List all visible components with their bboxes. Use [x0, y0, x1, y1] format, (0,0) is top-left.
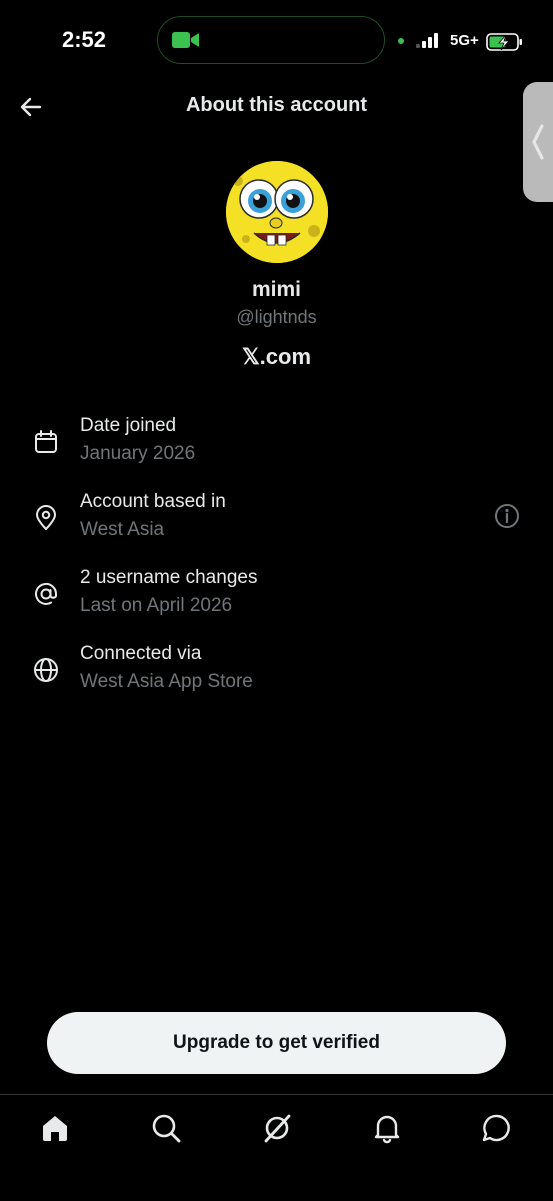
site-label: 𝕏.com [241, 344, 312, 369]
side-panel-handle[interactable] [523, 82, 553, 202]
info-label: Connected via [80, 643, 202, 664]
search-icon[interactable] [149, 1111, 183, 1145]
avatar [226, 161, 328, 263]
chevron-left-icon [532, 124, 544, 160]
network-type: 5G+ [450, 32, 479, 49]
info-item-account-based-in: Account based in West Asia [0, 491, 553, 553]
calendar-icon [35, 430, 57, 453]
battery-charging-icon [486, 33, 522, 51]
dynamic-island-pill[interactable] [157, 16, 385, 64]
video-camera-icon [172, 32, 199, 48]
info-label: 2 username changes [80, 567, 258, 588]
info-value: Last on April 2026 [80, 595, 233, 616]
info-circle-icon[interactable] [494, 503, 520, 529]
info-label: Account based in [80, 491, 226, 512]
status-bar: 2:52 5G+ [0, 0, 553, 84]
recording-indicator-dot [398, 38, 404, 44]
info-value: January 2026 [80, 443, 196, 464]
info-label: Date joined [80, 415, 177, 436]
info-value: West Asia App Store [80, 671, 253, 692]
info-item-username-changes: 2 username changes Last on April 2026 [0, 567, 553, 629]
info-item-date-joined: Date joined January 2026 [0, 415, 553, 477]
globe-icon [34, 658, 58, 682]
grok-icon[interactable] [260, 1111, 294, 1145]
info-item-connected-via: Connected via West Asia App Store [0, 643, 553, 705]
profile-handle[interactable]: @lightnds [0, 307, 553, 328]
location-pin-icon [36, 505, 56, 530]
profile-name: mimi [251, 278, 301, 301]
notifications-icon[interactable] [370, 1111, 404, 1145]
status-time: 2:52 [62, 27, 107, 52]
bottom-nav [0, 1094, 553, 1201]
at-sign-icon [35, 582, 58, 605]
messages-icon[interactable] [480, 1111, 514, 1145]
avatar-image [226, 161, 328, 263]
cellular-signal-icon [416, 32, 438, 48]
page-title: About this account [185, 94, 368, 116]
info-value: West Asia [80, 519, 165, 540]
home-icon[interactable] [38, 1111, 72, 1145]
upgrade-verified-button[interactable]: Upgrade to get verified [47, 1012, 506, 1074]
